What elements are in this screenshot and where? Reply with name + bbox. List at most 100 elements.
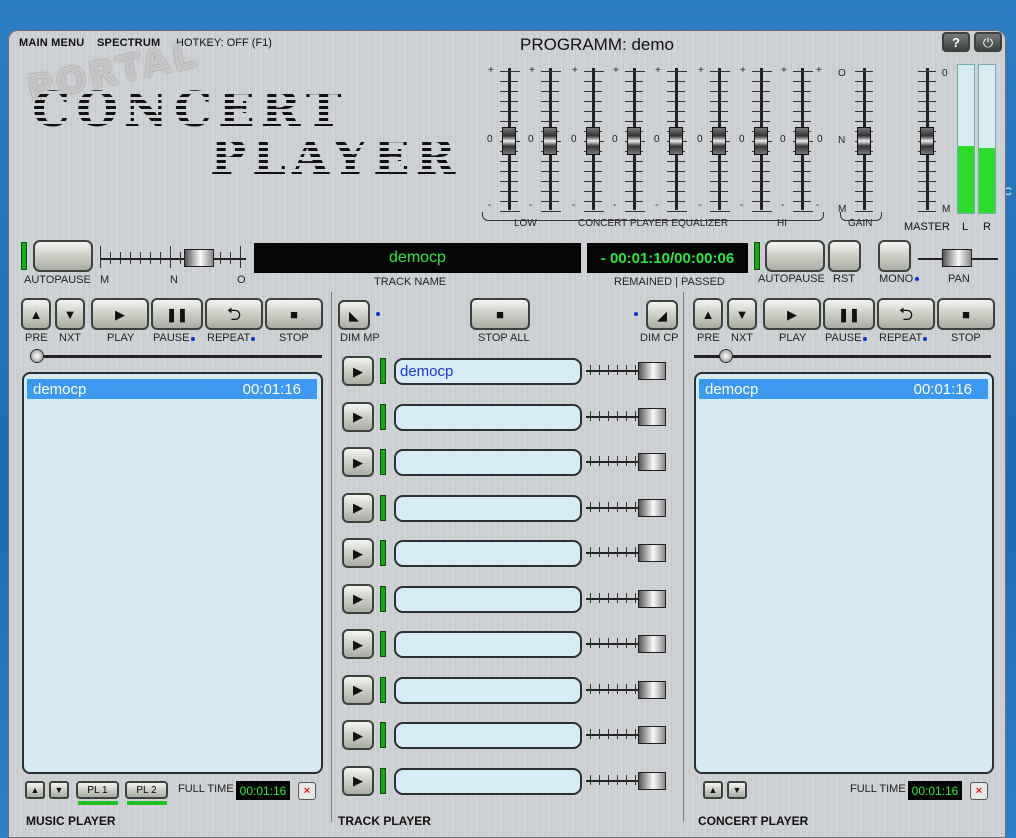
cp-pre-button[interactable]: ▲ [693, 298, 723, 330]
track-3-volume-tick [635, 456, 636, 466]
track-2-volume-tick [617, 410, 618, 421]
track-9-play-button[interactable]: ▶ [342, 720, 374, 750]
eq-band-7-fader[interactable] [754, 127, 768, 155]
track-6-play-button[interactable]: ▶ [342, 583, 374, 614]
mp-nxt-button[interactable]: ▼ [55, 298, 85, 330]
track-10-play-button[interactable]: ▶ [342, 765, 374, 796]
eq-band-7-tick [752, 71, 772, 72]
track-7-play-button[interactable]: ▶ [342, 629, 374, 659]
cp-pause-button[interactable]: ❚❚ [823, 298, 875, 330]
cp-stop-button[interactable]: ■ [937, 298, 995, 330]
track-1-name-field[interactable]: democp [394, 358, 582, 385]
track-3-name-field[interactable] [394, 449, 582, 476]
play-icon: ▶ [353, 500, 363, 515]
track-5-play-button[interactable]: ▶ [342, 538, 374, 568]
track-4-play-button[interactable]: ▶ [342, 492, 374, 523]
mp-repeat-button[interactable]: ⮌ [205, 298, 263, 330]
track-1-volume-knob[interactable] [638, 362, 666, 380]
eq-band-3-plus: + [572, 65, 578, 76]
eq-band-8-fader[interactable] [795, 127, 809, 155]
track-4-name-field[interactable] [394, 494, 582, 522]
crossfade-slider-knob[interactable] [184, 249, 214, 267]
eq-band-3-tick [584, 91, 602, 92]
help-button[interactable]: ? [942, 32, 970, 52]
autopause-right-button[interactable] [765, 240, 825, 272]
track-9-volume-knob[interactable] [638, 726, 666, 744]
master-fader[interactable] [920, 127, 934, 155]
track-7-volume-knob[interactable] [638, 635, 666, 653]
pan-slider-knob[interactable] [942, 249, 972, 267]
power-button[interactable]: ⏻ [974, 32, 1002, 52]
mp-clear-button[interactable]: × [298, 782, 316, 800]
track-6-name-field[interactable] [394, 585, 582, 613]
mp-progress-knob[interactable] [30, 349, 44, 363]
pl1-button[interactable]: PL 1 [76, 781, 119, 799]
mp-playlist[interactable]: democp 00:01:16 [22, 372, 323, 774]
cp-nxt-label: NXT [731, 332, 753, 344]
eq-band-1-fader[interactable] [502, 127, 516, 155]
mp-list-up-button[interactable]: ▲ [25, 781, 45, 799]
play-icon: ▶ [353, 591, 363, 606]
main-menu[interactable]: MAIN MENU [19, 37, 84, 49]
rst-button[interactable] [828, 240, 861, 272]
repeat-icon: ⮌ [226, 304, 242, 324]
stop-all-button[interactable]: ■ [470, 298, 530, 330]
cp-full-time-label: FULL TIME [850, 783, 906, 795]
track-6-volume-knob[interactable] [638, 589, 666, 608]
cp-list-up-button[interactable]: ▲ [703, 781, 723, 799]
crossfade-tick [150, 252, 151, 264]
track-9-volume-tick [617, 729, 618, 739]
mp-pause-button[interactable]: ❚❚ [151, 298, 203, 330]
cp-repeat-button[interactable]: ⮌ [877, 298, 935, 330]
pl2-button[interactable]: PL 2 [125, 781, 168, 799]
mp-play-button[interactable]: ▶ [91, 298, 149, 330]
track-5-name-field[interactable] [394, 540, 582, 567]
autopause-left-button[interactable] [33, 240, 93, 272]
track-2-name-field[interactable] [394, 403, 582, 431]
cp-list-down-button[interactable]: ▼ [727, 781, 747, 799]
eq-band-7-zero: 0 [739, 134, 745, 145]
eq-band-4-plus: + [613, 65, 619, 76]
eq-band-3-minus: - [572, 200, 576, 211]
track-4-volume-tick [590, 501, 591, 512]
gain-fader[interactable] [857, 127, 871, 155]
eq-band-3-fader[interactable] [586, 127, 600, 155]
eq-band-5-tick [667, 101, 685, 102]
track-3-volume-knob[interactable] [638, 453, 666, 471]
cp-playlist-track-time: 00:01:16 [913, 380, 972, 398]
track-1-play-button[interactable]: ▶ [342, 356, 374, 386]
eq-band-4-fader[interactable] [627, 127, 641, 155]
eq-band-5-minus: - [655, 200, 659, 211]
eq-band-6-fader[interactable] [712, 127, 726, 155]
track-8-volume-knob[interactable] [638, 680, 666, 699]
cp-play-button[interactable]: ▶ [763, 298, 821, 330]
track-2-volume-knob[interactable] [638, 407, 666, 426]
track-9-name-field[interactable] [394, 722, 582, 749]
mono-button[interactable] [878, 240, 911, 272]
mp-playlist-track-time: 00:01:16 [242, 380, 301, 398]
track-6-volume-tick [599, 592, 600, 603]
mono-indicator [915, 277, 919, 281]
track-10-volume-knob[interactable] [638, 771, 666, 790]
mp-playlist-row[interactable]: democp 00:01:16 [27, 379, 317, 399]
dim-mp-button[interactable]: ◣ [338, 300, 370, 330]
track-5-volume-knob[interactable] [638, 544, 666, 562]
track-7-name-field[interactable] [394, 631, 582, 658]
track-8-play-button[interactable]: ▶ [342, 674, 374, 705]
dim-cp-button[interactable]: ◢ [646, 300, 678, 330]
track-4-volume-knob[interactable] [638, 498, 666, 517]
mp-pre-button[interactable]: ▲ [21, 298, 51, 330]
track-3-play-button[interactable]: ▶ [342, 447, 374, 477]
mp-list-down-button[interactable]: ▼ [49, 781, 69, 799]
track-2-play-button[interactable]: ▶ [342, 401, 374, 432]
mp-stop-button[interactable]: ■ [265, 298, 323, 330]
cp-nxt-button[interactable]: ▼ [727, 298, 757, 330]
cp-playlist-row[interactable]: democp 00:01:16 [699, 379, 988, 399]
track-8-name-field[interactable] [394, 676, 582, 704]
eq-band-2-fader[interactable] [543, 127, 557, 155]
track-10-name-field[interactable] [394, 767, 582, 795]
cp-playlist[interactable]: democp 00:01:16 [694, 372, 994, 774]
cp-clear-button[interactable]: × [970, 782, 988, 800]
eq-band-5-fader[interactable] [669, 127, 683, 155]
cp-progress-knob[interactable] [719, 349, 733, 363]
